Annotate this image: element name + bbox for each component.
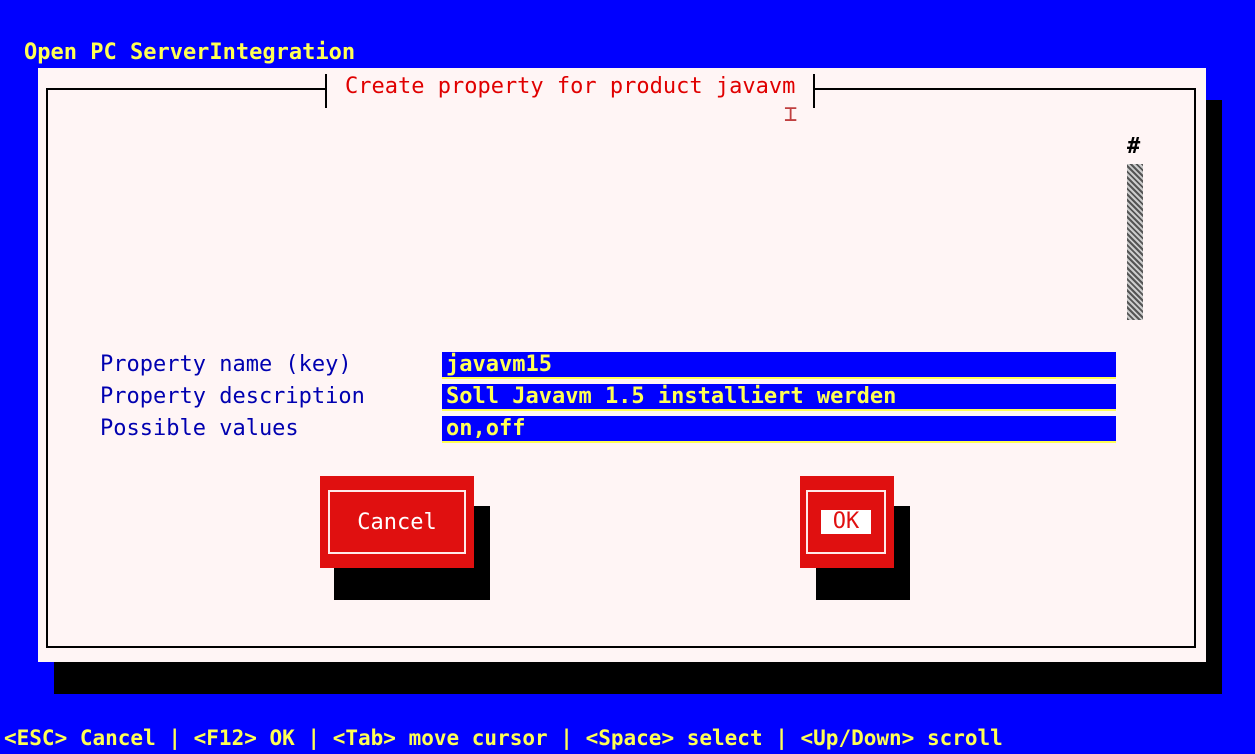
- cancel-button-label: Cancel: [328, 490, 466, 554]
- possible-values-label: Possible values: [100, 416, 299, 441]
- text-cursor-icon: ⌶: [784, 102, 798, 127]
- property-name-input[interactable]: javavm15: [442, 352, 1116, 379]
- cancel-button[interactable]: Cancel: [320, 476, 474, 568]
- ok-button[interactable]: OK: [800, 476, 894, 568]
- possible-values-input[interactable]: on,off: [442, 416, 1116, 443]
- scrollbar[interactable]: [1127, 164, 1143, 320]
- scroll-marker: #: [1127, 134, 1141, 159]
- ok-button-label: OK: [820, 510, 872, 534]
- app-title: Open PC ServerIntegration: [24, 40, 356, 65]
- property-name-label: Property name (key): [100, 352, 352, 377]
- property-description-label: Property description: [100, 384, 365, 409]
- property-description-input[interactable]: Soll Javavm 1.5 installiert werden: [442, 384, 1116, 411]
- keyboard-hint-bar: <ESC> Cancel | <F12> OK | <Tab> move cur…: [4, 726, 1003, 750]
- dialog: Create property for product javavm ⌶ # P…: [38, 68, 1206, 662]
- dialog-title: Create property for product javavm: [325, 74, 816, 108]
- ok-button-frame: OK: [806, 490, 886, 554]
